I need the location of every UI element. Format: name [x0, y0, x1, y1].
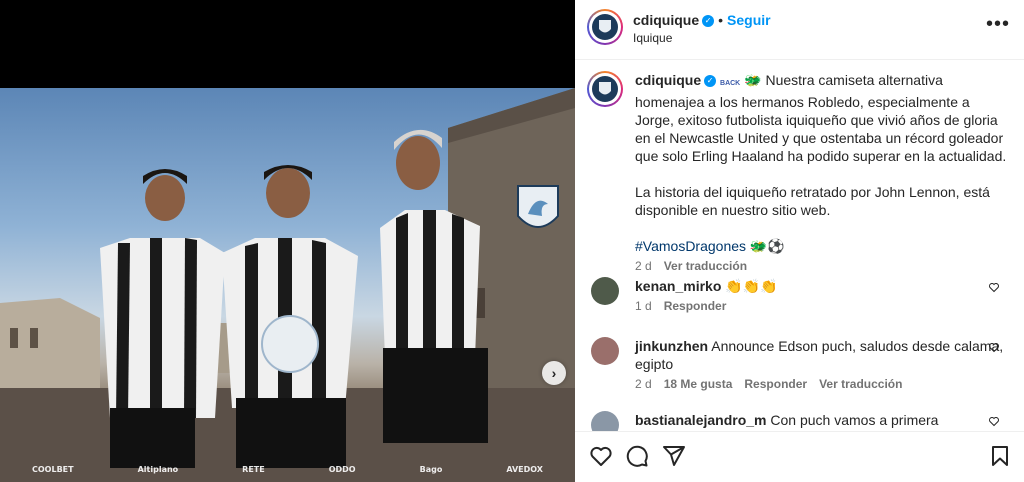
iquique-crest-icon: [517, 185, 559, 228]
sponsor-logo: Altiplano: [137, 464, 179, 474]
share-icon[interactable]: [662, 444, 686, 468]
caption-timestamp[interactable]: 2 d: [635, 259, 652, 273]
emoji-tail: 🐲⚽: [749, 238, 785, 254]
dragon-logo-icon: [598, 19, 611, 33]
avatar[interactable]: [591, 337, 619, 365]
more-icon[interactable]: •••: [986, 14, 1010, 34]
sponsor-logo: ODDO: [328, 464, 356, 474]
comment-timestamp[interactable]: 2 d: [635, 377, 652, 391]
comment-username[interactable]: bastianalejandro_m: [635, 412, 767, 428]
avatar[interactable]: [591, 411, 619, 431]
comment-text: Con puch vamos a primera: [770, 412, 939, 428]
team-photo-illustration: [0, 88, 575, 482]
action-bar: [575, 431, 1024, 482]
back-arrow-icon: BACK: [720, 80, 741, 87]
heart-icon[interactable]: [988, 415, 1000, 427]
comments-feed[interactable]: cdiquique ✓ BACK 🐲 Nuestra camiseta alter…: [575, 61, 1024, 431]
translate-button[interactable]: Ver traducción: [664, 259, 747, 273]
dragon-emoji-icon: 🐲: [744, 72, 762, 88]
avatar[interactable]: [591, 277, 619, 305]
dragon-logo-icon: [598, 81, 611, 95]
comment-text: 👏👏👏: [725, 278, 778, 294]
comment-timestamp[interactable]: 1 d: [635, 299, 652, 313]
avatar[interactable]: [587, 71, 623, 107]
heart-icon[interactable]: [988, 341, 1000, 353]
comment-username[interactable]: kenan_mirko: [635, 278, 721, 294]
separator-dot: •: [718, 12, 724, 28]
save-icon[interactable]: [988, 444, 1012, 468]
sponsor-strip: COOLBET Altiplano RETE ODDO Bago AVEDOX: [0, 460, 575, 478]
caption: cdiquique ✓ BACK 🐲 Nuestra camiseta alter…: [587, 71, 1012, 273]
heart-icon[interactable]: [988, 281, 1000, 293]
avatar[interactable]: [587, 9, 623, 45]
post-header: cdiquique ✓ • Seguir Iquique •••: [575, 0, 1024, 60]
reply-button[interactable]: Responder: [744, 377, 807, 391]
verified-icon: ✓: [704, 75, 717, 88]
post-media: › COOLBET Altiplano RETE ODDO Bago AVEDO…: [0, 0, 575, 482]
translate-button[interactable]: Ver traducción: [819, 377, 902, 391]
caption-meta: 2 d Ver traducción: [635, 259, 1012, 273]
sponsor-logo: COOLBET: [32, 464, 74, 474]
comment-item: kenan_mirko 👏👏👏 1 d Responder: [587, 277, 1012, 313]
reply-button[interactable]: Responder: [664, 299, 727, 313]
comment-item: bastianalejandro_m Con puch vamos a prim…: [587, 411, 1012, 431]
sponsor-logo: AVEDOX: [506, 464, 543, 474]
heart-icon[interactable]: [589, 444, 613, 468]
sponsor-logo: RETE: [242, 464, 265, 474]
comment-username[interactable]: jinkunzhen: [635, 338, 708, 354]
post-location[interactable]: Iquique: [633, 31, 672, 45]
hashtag-link[interactable]: #VamosDragones: [635, 238, 746, 254]
caption-text: cdiquique ✓ BACK 🐲 Nuestra camiseta alter…: [635, 71, 1012, 255]
comment-item: jinkunzhen Announce Edson puch, saludos …: [587, 337, 1012, 391]
post-author: cdiquique ✓ • Seguir: [633, 12, 771, 30]
comment-icon[interactable]: [625, 444, 649, 468]
follow-button[interactable]: Seguir: [727, 12, 771, 28]
caption-username[interactable]: cdiquique: [635, 72, 701, 88]
caption-paragraph-2: La historia del iquiqueño retratado por …: [635, 184, 990, 218]
next-arrow-icon[interactable]: ›: [542, 361, 566, 385]
sponsor-logo: Bago: [419, 464, 443, 474]
author-username[interactable]: cdiquique: [633, 12, 699, 28]
verified-icon: ✓: [702, 14, 715, 27]
likes-count[interactable]: 18 Me gusta: [664, 377, 733, 391]
post-photo[interactable]: ›: [0, 88, 575, 482]
post-detail-panel: cdiquique ✓ • Seguir Iquique ••• cdiquique ✓…: [575, 0, 1024, 482]
